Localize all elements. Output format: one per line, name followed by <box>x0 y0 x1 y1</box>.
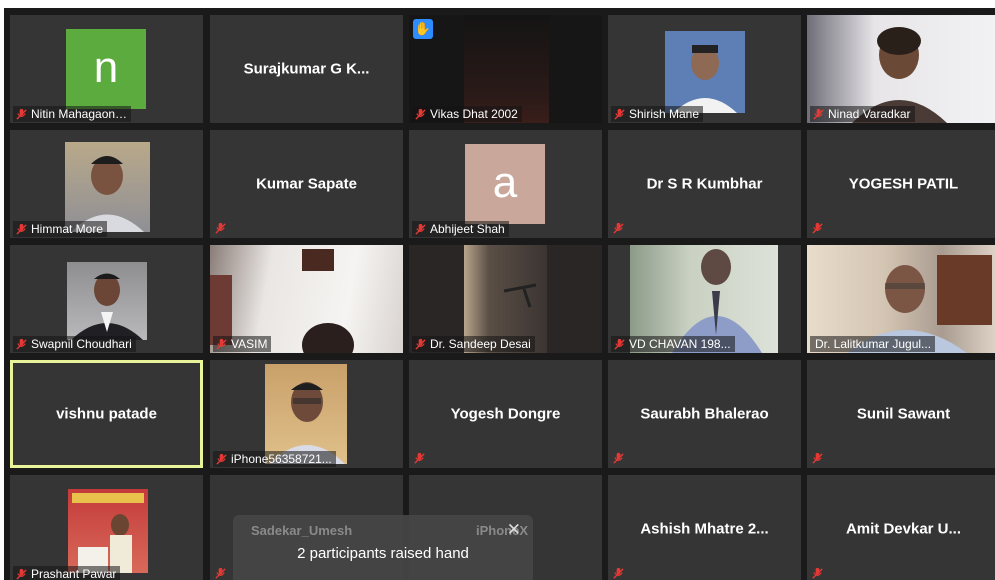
name-label: VASIM <box>213 336 272 352</box>
avatar: a <box>465 144 545 224</box>
participant-name: Yogesh Dongre <box>450 405 561 423</box>
muted-mic-icon <box>216 338 227 350</box>
hand-icon: ✋ <box>413 19 433 39</box>
name-label: iPhone56358721... <box>213 451 336 467</box>
participant-name: Ashish Mhatre 2... <box>640 520 769 538</box>
participant-name: YOGESH PATIL <box>848 175 959 193</box>
muted-mic-icon <box>812 567 823 579</box>
participant-name: vishnu patade <box>56 405 157 423</box>
participant-tile-sunil[interactable]: Sunil Sawant <box>807 360 995 468</box>
participant-tile-abhijeet[interactable]: a Abhijeet Shah <box>409 130 602 238</box>
muted-mic-icon <box>16 108 27 120</box>
participant-tile-kumbhar[interactable]: Dr S R Kumbhar <box>608 130 801 238</box>
raised-hand-notification[interactable]: Sadekar_Umesh iPhoneX ✕ 2 participants r… <box>233 515 533 580</box>
profile-photo <box>265 364 347 464</box>
profile-photo <box>65 142 150 232</box>
participant-tile-yogesh-dongre[interactable]: Yogesh Dongre <box>409 360 602 468</box>
avatar: n <box>66 29 146 109</box>
participant-tile-yogesh-patil[interactable]: YOGESH PATIL <box>807 130 995 238</box>
participant-tile-saurabh[interactable]: Saurabh Bhalerao <box>608 360 801 468</box>
participant-tile-sandeep[interactable]: Dr. Sandeep Desai <box>409 245 602 353</box>
participant-tile-lalitkumar[interactable]: Dr. Lalitkumar Jugul... <box>807 245 995 353</box>
participant-name: Dr S R Kumbhar <box>646 175 763 193</box>
profile-photo <box>665 31 745 113</box>
muted-mic-icon <box>415 108 426 120</box>
muted-mic-icon <box>216 453 227 465</box>
muted-mic-icon <box>812 222 823 234</box>
participant-tile-ninad[interactable]: Ninad Varadkar <box>807 15 995 123</box>
name-label: Dr. Sandeep Desai <box>412 336 535 352</box>
name-label: Abhijeet Shah <box>412 221 509 237</box>
participant-name: Saurabh Bhalerao <box>640 405 769 423</box>
participant-tile-surajkumar[interactable]: Surajkumar G K... <box>210 15 403 123</box>
participant-name: Kumar Sapate <box>256 175 357 193</box>
muted-mic-icon <box>613 452 624 464</box>
muted-mic-icon <box>813 108 824 120</box>
profile-photo <box>67 262 147 340</box>
participant-tile-himmat[interactable]: Himmat More <box>10 130 203 238</box>
participant-tile-nitin[interactable]: n Nitin Mahagaon… <box>10 15 203 123</box>
notification-message: 2 participants raised hand <box>297 545 469 562</box>
muted-mic-icon <box>613 567 624 579</box>
name-label: Vikas Dhat 2002 <box>412 106 522 122</box>
close-icon[interactable]: ✕ <box>507 520 521 540</box>
name-label: Dr. Lalitkumar Jugul... <box>810 336 936 352</box>
participant-tile-iphone[interactable]: iPhone56358721... <box>210 360 403 468</box>
muted-mic-icon <box>16 568 27 580</box>
muted-mic-icon <box>614 108 625 120</box>
name-label: Swapnil Choudhari <box>13 336 136 352</box>
muted-mic-icon <box>16 338 27 350</box>
participant-tile-amit[interactable]: Amit Devkar U... <box>807 475 995 580</box>
name-label: Ninad Varadkar <box>810 106 915 122</box>
profile-photo <box>68 489 148 573</box>
name-label: Himmat More <box>13 221 108 237</box>
obscured-participant-name: Sadekar_Umesh <box>251 523 353 538</box>
muted-mic-icon <box>415 223 426 235</box>
muted-mic-icon <box>613 222 624 234</box>
participant-tile-prashant[interactable]: Prashant Pawar <box>10 475 203 580</box>
participant-tile-kumar[interactable]: Kumar Sapate <box>210 130 403 238</box>
participant-gallery: n Nitin Mahagaon… Surajkumar G K... ✋ Vi… <box>4 8 995 580</box>
participant-tile-vikas[interactable]: ✋ Vikas Dhat 2002 <box>409 15 602 123</box>
muted-mic-icon <box>614 338 625 350</box>
participant-tile-shirish[interactable]: Shirish Mane <box>608 15 801 123</box>
muted-mic-icon <box>812 452 823 464</box>
participant-tile-vd-chavan[interactable]: VD CHAVAN 198... <box>608 245 801 353</box>
muted-mic-icon <box>215 222 226 234</box>
participant-tile-vasim[interactable]: VASIM <box>210 245 403 353</box>
participant-tile-ashish[interactable]: Ashish Mhatre 2... <box>608 475 801 580</box>
participant-name: Amit Devkar U... <box>845 520 962 538</box>
name-label: Prashant Pawar <box>13 566 121 580</box>
muted-mic-icon <box>415 338 426 350</box>
participant-name: Surajkumar G K... <box>243 60 370 78</box>
name-label: VD CHAVAN 198... <box>611 336 735 352</box>
participant-name: Sunil Sawant <box>856 405 951 423</box>
participant-tile-vishnu[interactable]: vishnu patade <box>10 360 203 468</box>
participant-tile-swapnil[interactable]: Swapnil Choudhari <box>10 245 203 353</box>
muted-mic-icon <box>414 452 425 464</box>
muted-mic-icon <box>215 567 226 579</box>
name-label: Nitin Mahagaon… <box>13 106 132 122</box>
muted-mic-icon <box>16 223 27 235</box>
name-label: Shirish Mane <box>611 106 704 122</box>
